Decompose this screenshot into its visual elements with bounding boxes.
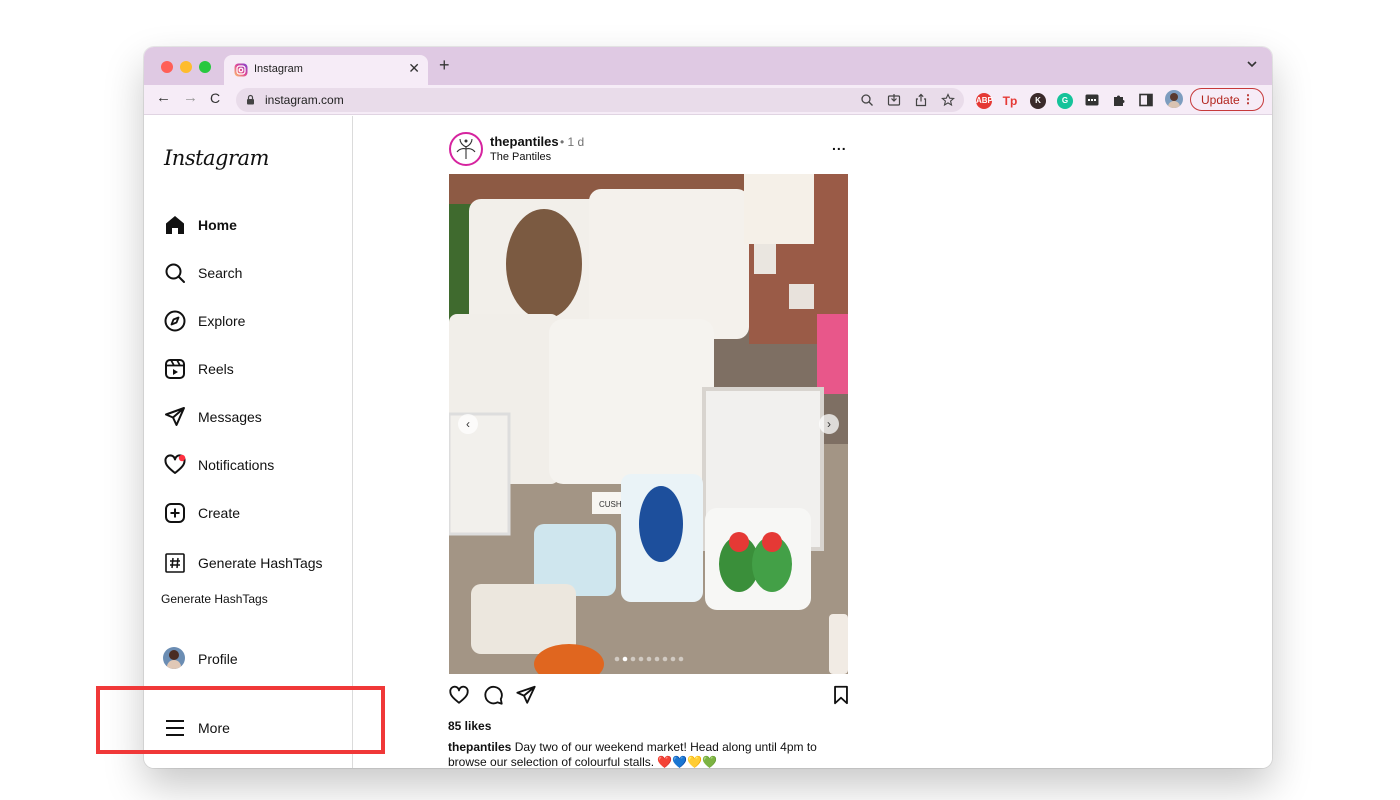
carousel-dot bbox=[678, 656, 684, 662]
reload-icon[interactable]: C bbox=[210, 90, 220, 106]
sidebar-item-messages[interactable]: Messages bbox=[163, 402, 348, 432]
like-heart-icon[interactable] bbox=[448, 684, 470, 706]
carousel-dot bbox=[638, 656, 644, 662]
carousel-prev-button[interactable]: ‹ bbox=[458, 414, 478, 434]
carousel-dot bbox=[654, 656, 660, 662]
new-tab-button[interactable]: + bbox=[439, 55, 450, 76]
sidebar-item-label: More bbox=[198, 720, 230, 736]
instagram-logo[interactable]: Instagram bbox=[164, 146, 269, 170]
carousel-dot bbox=[646, 656, 652, 662]
side-panel-icon[interactable] bbox=[1139, 93, 1153, 107]
update-button[interactable]: Update ⋮ bbox=[1190, 88, 1264, 111]
sidebar-item-label: Reels bbox=[198, 361, 234, 377]
sidebar-item-label: Notifications bbox=[198, 457, 275, 473]
caption-username[interactable]: thepantiles bbox=[448, 740, 511, 754]
puzzle-icon[interactable] bbox=[1112, 93, 1126, 107]
carousel-next-button[interactable]: › bbox=[819, 414, 839, 434]
close-window-button[interactable] bbox=[161, 61, 173, 73]
sidebar-item-label: Search bbox=[198, 265, 243, 281]
k-extension-icon[interactable]: K bbox=[1030, 93, 1046, 109]
sidebar-item-label: Create bbox=[198, 505, 241, 521]
update-label: Update bbox=[1201, 93, 1240, 107]
sidebar-item-label: Profile bbox=[198, 651, 238, 667]
tab-bar: Instagram ✕ + bbox=[144, 47, 1272, 85]
carousel-dot bbox=[662, 656, 668, 662]
save-bookmark-icon[interactable] bbox=[830, 684, 852, 706]
tp-extension-icon[interactable]: Tp bbox=[1002, 93, 1018, 109]
share-icon[interactable] bbox=[914, 93, 928, 107]
home-icon bbox=[166, 216, 184, 234]
comment-icon[interactable] bbox=[482, 684, 504, 706]
carousel-dot bbox=[630, 656, 636, 662]
sidebar-item-label: Messages bbox=[198, 409, 262, 425]
sidebar-item-reels[interactable]: Reels bbox=[163, 354, 348, 384]
instagram-favicon-icon bbox=[234, 63, 248, 77]
sidebar-item-more[interactable]: More bbox=[163, 713, 348, 743]
sidebar-item-generate-hashtags[interactable]: Generate HashTags bbox=[163, 548, 348, 578]
compass-icon bbox=[164, 310, 186, 332]
address-bar[interactable]: instagram.com bbox=[236, 88, 964, 112]
sidebar-item-label: Generate HashTags bbox=[198, 555, 323, 571]
likes-count[interactable]: 85 likes bbox=[448, 719, 491, 733]
heart-icon bbox=[164, 454, 186, 474]
market-stall-photo: CUSHIO bbox=[449, 174, 848, 674]
browser-window: Instagram ✕ + ← → C instagram.com ABP Tp… bbox=[144, 47, 1272, 768]
sidebar-item-profile[interactable]: Profile bbox=[163, 644, 348, 674]
sidebar-item-label: Explore bbox=[198, 313, 246, 329]
carousel-dot bbox=[670, 656, 676, 662]
post-caption: thepantiles Day two of our weekend marke… bbox=[448, 740, 848, 768]
bookmark-star-icon[interactable] bbox=[941, 93, 955, 107]
avatar bbox=[163, 647, 185, 669]
post-time: • 1 d bbox=[560, 135, 585, 149]
hamburger-icon bbox=[166, 720, 184, 736]
sidebar-item-search[interactable]: Search bbox=[163, 258, 348, 288]
post-avatar[interactable] bbox=[449, 132, 483, 166]
reels-icon bbox=[165, 359, 185, 379]
post-options-icon[interactable]: ... bbox=[832, 137, 847, 153]
profile-avatar[interactable] bbox=[1165, 90, 1183, 108]
plus-square-icon bbox=[165, 503, 185, 523]
forward-arrow-icon[interactable]: → bbox=[183, 89, 198, 106]
url-text: instagram.com bbox=[265, 93, 344, 107]
tab-close-icon[interactable]: ✕ bbox=[408, 60, 420, 77]
chevron-down-icon[interactable] bbox=[1246, 59, 1258, 69]
tab-title: Instagram bbox=[254, 63, 303, 75]
back-arrow-icon[interactable]: ← bbox=[156, 89, 171, 106]
media-extension-icon[interactable] bbox=[1085, 94, 1099, 106]
kebab-menu-icon: ⋮ bbox=[1242, 92, 1254, 106]
post-photo[interactable]: CUSHIO ‹ › bbox=[449, 174, 848, 674]
sidebar-item-create[interactable]: Create bbox=[163, 498, 348, 528]
post-location[interactable]: The Pantiles bbox=[490, 151, 551, 163]
carousel-dot bbox=[614, 656, 620, 662]
lock-icon bbox=[247, 94, 254, 105]
sidebar-item-notifications[interactable]: Notifications bbox=[163, 450, 348, 480]
sidebar: Instagram Home Search Explore Reels Mess… bbox=[144, 116, 353, 768]
carousel-dots bbox=[614, 656, 684, 662]
post-username[interactable]: thepantiles bbox=[490, 134, 559, 149]
search-icon bbox=[165, 263, 185, 283]
feed-post: thepantiles • 1 d The Pantiles ... CUSHI… bbox=[448, 116, 848, 768]
browser-tab[interactable]: Instagram ✕ bbox=[224, 55, 428, 85]
hashtag-icon bbox=[165, 553, 185, 573]
generate-hashtags-sublabel[interactable]: Generate HashTags bbox=[161, 592, 268, 606]
share-send-icon[interactable] bbox=[515, 684, 537, 706]
install-icon[interactable] bbox=[887, 93, 901, 107]
minimize-window-button[interactable] bbox=[180, 61, 192, 73]
sidebar-item-explore[interactable]: Explore bbox=[163, 306, 348, 336]
sidebar-item-home[interactable]: Home bbox=[163, 210, 348, 240]
grammarly-extension-icon[interactable]: G bbox=[1057, 93, 1073, 109]
browser-toolbar: ← → C instagram.com ABP Tp K G Update ⋮ bbox=[144, 85, 1272, 115]
zoom-icon[interactable] bbox=[860, 93, 874, 107]
adblock-extension-icon[interactable]: ABP bbox=[976, 93, 993, 109]
maximize-window-button[interactable] bbox=[199, 61, 211, 73]
page-content: Instagram Home Search Explore Reels Mess… bbox=[144, 116, 1272, 768]
send-icon bbox=[165, 407, 185, 426]
carousel-dot bbox=[622, 656, 628, 662]
sidebar-item-label: Home bbox=[198, 217, 237, 233]
pantiles-logo-icon bbox=[456, 138, 476, 159]
